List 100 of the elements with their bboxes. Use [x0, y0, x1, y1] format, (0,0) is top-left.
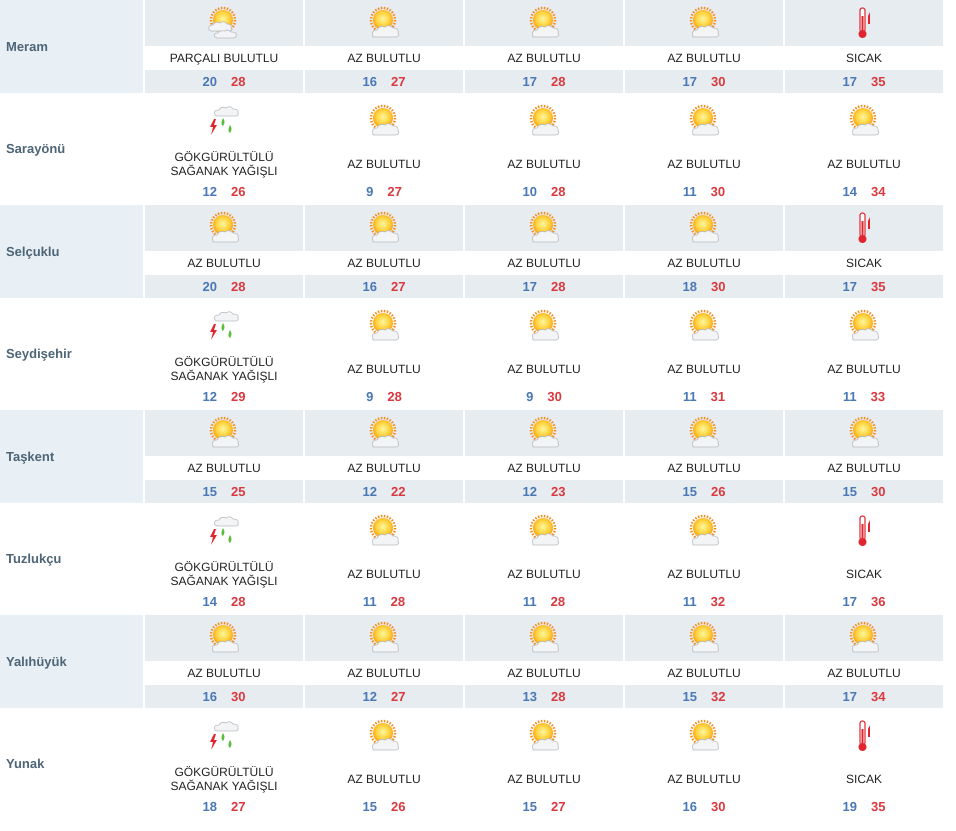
low-temperature: 17 — [522, 278, 537, 296]
sun-cloud-icon — [847, 104, 881, 138]
sun-cloud-icon — [367, 6, 401, 40]
high-temperature: 33 — [870, 388, 886, 406]
high-temperature: 30 — [710, 182, 726, 201]
low-temperature: 17 — [842, 592, 857, 611]
sun-cloud-icon — [527, 416, 561, 450]
low-temperature: 11 — [842, 388, 857, 406]
low-temperature: 17 — [522, 72, 537, 91]
high-temperature: 27 — [391, 72, 406, 91]
sun-cloud-icon — [687, 514, 721, 548]
high-temperature: 35 — [871, 278, 886, 296]
low-temperature: 11 — [682, 388, 697, 406]
low-temperature: 13 — [522, 688, 537, 706]
sun-cloud-icon — [527, 211, 561, 245]
sun-cloud-icon — [367, 416, 401, 450]
city-name: Yunak — [6, 755, 44, 774]
low-temperature: 16 — [682, 798, 697, 816]
weather-condition: AZ BULUTLU — [347, 156, 421, 170]
high-temperature: 26 — [231, 182, 246, 201]
city-name: Meram — [6, 38, 48, 56]
low-temperature: 12 — [362, 688, 377, 706]
weather-condition: AZ BULUTLU — [827, 461, 901, 475]
low-temperature: 16 — [362, 278, 377, 296]
weather-condition: AZ BULUTLU — [667, 666, 741, 680]
sun-cloud-icon — [687, 211, 721, 245]
low-temperature: 19 — [842, 798, 857, 816]
sun-cloud-icon — [687, 309, 721, 343]
weather-condition: AZ BULUTLU — [827, 156, 901, 170]
weather-condition: AZ BULUTLU — [507, 362, 581, 376]
weather-condition: AZ BULUTLU — [507, 256, 581, 270]
low-temperature: 17 — [842, 72, 857, 91]
sun-cloud-icon — [367, 621, 401, 655]
low-temperature: 11 — [522, 592, 537, 611]
weather-condition: AZ BULUTLU — [347, 566, 421, 580]
high-temperature: 26 — [391, 798, 406, 816]
high-temperature: 32 — [711, 688, 726, 706]
sun-cloud-icon — [687, 621, 721, 655]
high-temperature: 35 — [871, 72, 886, 91]
low-temperature: 15 — [682, 688, 697, 706]
weather-condition: GÖKGÜRÜLTÜLÜ SAĞANAK YAĞIŞLI — [170, 354, 278, 382]
low-temperature: 17 — [682, 72, 697, 91]
sun-cloud-icon — [367, 211, 401, 245]
city-name: Tuzlukçu — [6, 550, 62, 568]
high-temperature: 28 — [551, 278, 566, 296]
sun-cloud-icon — [847, 309, 881, 343]
low-temperature: 9 — [366, 182, 374, 201]
low-temperature: 11 — [362, 592, 377, 611]
low-temperature: 10 — [522, 182, 537, 201]
weather-condition: AZ BULUTLU — [507, 156, 581, 170]
weather-condition: AZ BULUTLU — [507, 461, 581, 475]
high-temperature: 22 — [391, 482, 406, 501]
sun-cloud-icon — [367, 309, 401, 343]
weather-condition: AZ BULUTLU — [347, 51, 421, 65]
sun-cloud-icon — [207, 621, 241, 655]
sun-cloud-icon — [527, 621, 561, 655]
high-temperature: 29 — [231, 388, 246, 406]
high-temperature: 26 — [711, 482, 726, 501]
weather-condition: AZ BULUTLU — [347, 772, 421, 786]
low-temperature: 14 — [842, 182, 857, 201]
sun-cloud-icon — [527, 309, 561, 343]
high-temperature: 28 — [551, 688, 566, 706]
weather-condition: AZ BULUTLU — [667, 256, 741, 270]
high-temperature: 34 — [871, 688, 886, 706]
low-temperature: 12 — [522, 482, 537, 501]
sun-cloud-icon — [527, 719, 561, 753]
weather-condition: AZ BULUTLU — [507, 51, 581, 65]
low-temperature: 12 — [362, 482, 377, 501]
weather-condition: AZ BULUTLU — [187, 666, 261, 680]
high-temperature: 23 — [551, 482, 566, 501]
weather-condition: AZ BULUTLU — [667, 566, 741, 580]
low-temperature: 15 — [522, 798, 537, 816]
high-temperature: 27 — [391, 688, 406, 706]
weather-condition: AZ BULUTLU — [347, 461, 421, 475]
sun-cloud-icon — [687, 104, 721, 138]
high-temperature: 27 — [231, 798, 246, 816]
weather-condition: AZ BULUTLU — [187, 256, 261, 270]
weather-condition: AZ BULUTLU — [507, 566, 581, 580]
weather-condition: AZ BULUTLU — [667, 362, 741, 376]
low-temperature: 12 — [202, 388, 217, 406]
weather-condition: AZ BULUTLU — [827, 362, 901, 376]
city-name: Sarayönü — [6, 140, 66, 158]
weather-condition: AZ BULUTLU — [347, 256, 421, 270]
sun-cloud-icon — [687, 6, 721, 40]
low-temperature: 15 — [202, 482, 217, 501]
low-temperature: 20 — [202, 278, 217, 296]
high-temperature: 28 — [550, 592, 566, 611]
weather-condition: GÖKGÜRÜLTÜLÜ SAĞANAK YAĞIŞLI — [170, 560, 278, 588]
weather-condition: GÖKGÜRÜLTÜLÜ SAĞANAK YAĞIŞLI — [170, 764, 278, 792]
high-temperature: 27 — [387, 182, 402, 201]
low-temperature: 9 — [526, 388, 534, 406]
high-temperature: 28 — [390, 592, 406, 611]
high-temperature: 27 — [391, 278, 406, 296]
low-temperature: 18 — [682, 278, 697, 296]
sun-cloud-icon — [527, 514, 561, 548]
weather-condition: SICAK — [846, 256, 882, 270]
city-name: Yalıhüyük — [6, 652, 67, 671]
low-temperature: 15 — [362, 798, 377, 816]
high-temperature: 28 — [551, 72, 566, 91]
high-temperature: 30 — [871, 482, 886, 501]
